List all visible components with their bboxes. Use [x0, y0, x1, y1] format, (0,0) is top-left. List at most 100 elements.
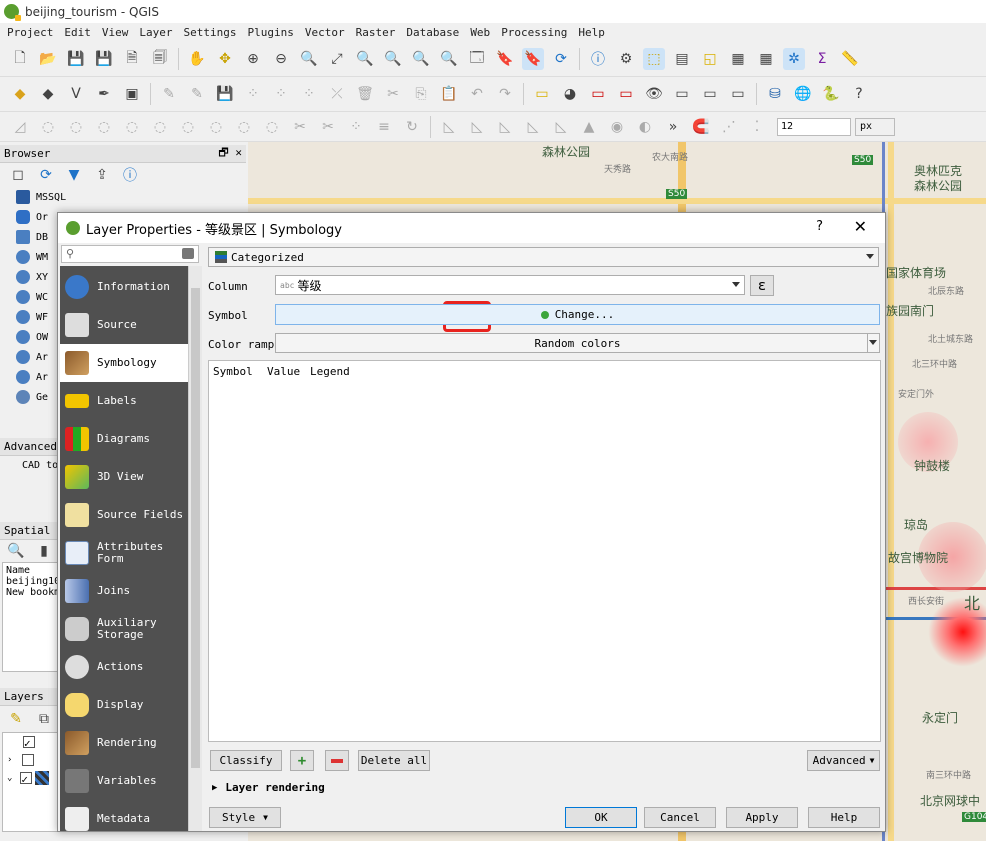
zoom-next-icon[interactable]: 🔍	[438, 48, 460, 70]
nav-item-3d-view[interactable]: 3D View	[60, 458, 188, 496]
attribute-table-icon[interactable]: ▦	[727, 48, 749, 70]
menu-view[interactable]: View	[102, 26, 129, 39]
menu-database[interactable]: Database	[406, 26, 459, 39]
save-project-icon[interactable]: 💾	[65, 48, 87, 70]
merge-features-icon[interactable]: ⁘	[345, 116, 367, 138]
more-tools-icon[interactable]: »	[662, 116, 684, 138]
show-hide-labels-icon[interactable]: 👁	[643, 83, 665, 105]
action-icon[interactable]: ⚙	[615, 48, 637, 70]
menu-raster[interactable]: Raster	[356, 26, 396, 39]
shape-circle-icon[interactable]: ◺	[466, 116, 488, 138]
help-contents-icon[interactable]: ?	[848, 83, 870, 105]
delete-all-button[interactable]: Delete all	[358, 750, 430, 771]
close-icon[interactable]: ✕	[854, 217, 867, 236]
nav-item-rendering[interactable]: Rendering	[60, 724, 188, 762]
new-project-icon[interactable]: 🗋	[9, 48, 31, 70]
qms-icon[interactable]: 🌐	[792, 83, 814, 105]
nav-item-attributes-form[interactable]: Attributes Form	[60, 534, 188, 572]
classify-button[interactable]: Classify	[210, 750, 282, 771]
georef-icon[interactable]: ▲	[578, 116, 600, 138]
clear-search-icon[interactable]	[182, 248, 194, 259]
trace-icon[interactable]: ◺	[438, 116, 460, 138]
nav-item-information[interactable]: Information	[60, 268, 188, 306]
nav-item-auxiliary-storage[interactable]: Auxiliary Storage	[60, 610, 188, 648]
add-ring-icon[interactable]: ◌	[93, 116, 115, 138]
db-manager-icon[interactable]: ⛁	[764, 83, 786, 105]
move-feature-icon[interactable]: ⁘	[298, 83, 320, 105]
print-layout-icon[interactable]: 🗎	[121, 48, 143, 70]
categories-tree[interactable]: Symbol Value Legend	[208, 360, 881, 742]
delete-part-icon[interactable]: ◌	[205, 116, 227, 138]
nav-item-metadata[interactable]: Metadata	[60, 800, 188, 831]
snapping-unit-select[interactable]: px	[855, 117, 895, 136]
identify-icon[interactable]: ⓘ	[587, 48, 609, 70]
nav-item-source-fields[interactable]: Source Fields	[60, 496, 188, 534]
layout-manager-icon[interactable]: 🗐	[149, 48, 171, 70]
zoom-layer-icon[interactable]: 🔍	[382, 48, 404, 70]
delete-bookmark-icon[interactable]: ▮	[33, 540, 55, 562]
renderer-select[interactable]: Categorized	[208, 247, 879, 267]
shape-ellipse-icon[interactable]: ◺	[494, 116, 516, 138]
vertex-tool-icon[interactable]: ⁘	[270, 83, 292, 105]
select-by-value-icon[interactable]: ▤	[671, 48, 693, 70]
menu-layer[interactable]: Layer	[139, 26, 172, 39]
show-bookmarks-icon[interactable]: 🔖	[522, 47, 544, 70]
processing-toolbox-icon[interactable]: ✲	[783, 47, 805, 70]
statistics-icon[interactable]: Σ	[811, 48, 833, 70]
modify-attributes-icon[interactable]: ⤫	[326, 83, 348, 105]
nav-item-source[interactable]: Source	[60, 306, 188, 344]
split-features-icon[interactable]: ✂	[289, 116, 311, 138]
zoom-in-icon[interactable]: ⊕	[242, 48, 264, 70]
legend-column-header[interactable]: Legend	[310, 365, 350, 378]
rotate-feature-icon[interactable]: ◌	[37, 116, 59, 138]
new-shapefile-icon[interactable]: ◆	[37, 83, 59, 105]
nav-item-joins[interactable]: Joins	[60, 572, 188, 610]
layer-checkbox[interactable]: ✓	[20, 772, 33, 786]
menu-plugins[interactable]: Plugins	[247, 26, 293, 39]
delete-selected-icon[interactable]: 🗑	[354, 83, 376, 105]
snapping-tolerance-input[interactable]: 12	[777, 117, 851, 136]
advanced-button[interactable]: Advanced ▼	[807, 750, 880, 771]
nav-item-labels[interactable]: Labels	[60, 382, 188, 420]
select-features-icon[interactable]: ⬚	[643, 47, 665, 70]
add-group-icon[interactable]: ⧉	[33, 708, 55, 730]
label-tool-icon[interactable]: ▭	[531, 83, 553, 105]
help-button[interactable]: Help	[808, 807, 880, 828]
column-select[interactable]: abc 等级	[275, 275, 745, 295]
move-label-icon[interactable]: ▭	[671, 83, 693, 105]
cut-icon[interactable]: ✂	[382, 83, 404, 105]
apply-button[interactable]: Apply	[726, 807, 798, 828]
copy-icon[interactable]: ⎘	[410, 83, 432, 105]
style-button[interactable]: Style ▼	[209, 807, 281, 828]
properties-icon[interactable]: ⓘ	[119, 164, 141, 186]
layer-checkbox[interactable]	[22, 754, 35, 766]
redo-icon[interactable]: ↷	[494, 83, 516, 105]
nav-scrollbar-thumb[interactable]	[191, 288, 200, 768]
coord-capture-icon[interactable]: ◐	[634, 116, 656, 138]
refresh-icon[interactable]: ⟳	[550, 48, 572, 70]
nav-item-display[interactable]: Display	[60, 686, 188, 724]
diagram-tool-icon[interactable]: ◕	[559, 83, 581, 105]
measure-icon[interactable]: 📏	[839, 48, 861, 70]
zoom-out-icon[interactable]: ⊖	[270, 48, 292, 70]
pan-icon[interactable]: ✋	[186, 48, 208, 70]
undo-icon[interactable]: ↶	[466, 83, 488, 105]
zoom-full-icon[interactable]: ⤢	[326, 48, 348, 70]
add-selected-icon[interactable]: ◻	[7, 164, 29, 186]
add-part-icon[interactable]: ◌	[121, 116, 143, 138]
add-feature-icon[interactable]: ⁘	[242, 83, 264, 105]
pan-to-selection-icon[interactable]: ✥	[214, 48, 236, 70]
dialog-help-button[interactable]: ?	[816, 219, 823, 234]
deselect-icon[interactable]: ◱	[699, 48, 721, 70]
nav-scrollbar[interactable]	[188, 266, 202, 831]
filter-icon[interactable]: ▼	[63, 164, 85, 186]
gps-icon[interactable]: ◉	[606, 116, 628, 138]
zoom-selection-icon[interactable]: 🔍	[354, 48, 376, 70]
add-vector-icon[interactable]: V	[65, 83, 87, 105]
change-symbol-button[interactable]: Change...	[275, 304, 880, 325]
browser-item[interactable]: MSSQL	[0, 187, 246, 207]
new-map-view-icon[interactable]: 🗔	[466, 48, 488, 70]
menu-vector[interactable]: Vector	[305, 26, 345, 39]
field-calculator-icon[interactable]: ▦	[755, 48, 777, 70]
add-layer-icon[interactable]: ▣	[121, 83, 143, 105]
